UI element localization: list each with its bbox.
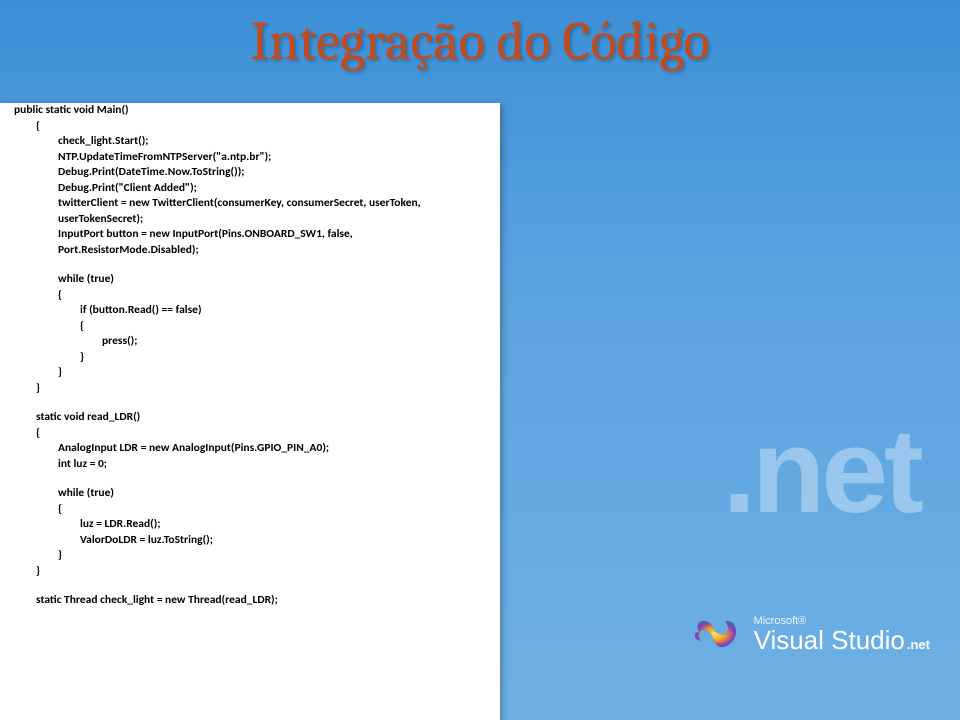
logo-product: Visual Studio — [754, 625, 905, 655]
code-line: { — [14, 319, 486, 335]
code-line: check_light.Start(); — [14, 134, 486, 150]
logo-microsoft: Microsoft® — [754, 616, 930, 627]
logo-text: Microsoft® Visual Studio.net — [754, 616, 930, 653]
code-line: } — [14, 548, 486, 564]
code-line: { — [14, 426, 486, 442]
code-line: luz = LDR.Read(); — [14, 517, 486, 533]
code-line: } — [14, 350, 486, 366]
code-line: twitterClient = new TwitterClient(consum… — [14, 196, 486, 227]
code-line: NTP.UpdateTimeFromNTPServer("a.ntp.br"); — [14, 150, 486, 166]
code-line: { — [14, 119, 486, 135]
code-line: } — [14, 564, 486, 580]
slide-title: Integração do Código — [250, 10, 709, 73]
code-line: press(); — [14, 334, 486, 350]
code-line: InputPort button = new InputPort(Pins.ON… — [14, 227, 486, 258]
code-line: static void read_LDR() — [14, 410, 486, 426]
dotnet-watermark: .net — [723, 402, 920, 540]
code-line: while (true) — [14, 272, 486, 288]
visual-studio-logo: Microsoft® Visual Studio.net — [682, 603, 930, 665]
code-line: { — [14, 288, 486, 304]
code-line: { — [14, 502, 486, 518]
code-line: static Thread check_light = new Thread(r… — [14, 593, 486, 609]
code-line: if (button.Read() == false) — [14, 303, 486, 319]
code-line: Debug.Print("Client Added"); — [14, 181, 486, 197]
infinity-swirl-icon — [682, 603, 744, 665]
code-line: int luz = 0; — [14, 457, 486, 473]
code-line: while (true) — [14, 486, 486, 502]
logo-suffix: .net — [907, 638, 930, 651]
code-line: public static void Main() — [14, 103, 486, 119]
code-line: } — [14, 365, 486, 381]
code-line: Debug.Print(DateTime.Now.ToString()); — [14, 165, 486, 181]
code-line: ValorDoLDR = luz.ToString(); — [14, 533, 486, 549]
code-line: } — [14, 381, 486, 397]
code-block: public static void Main() { check_light.… — [0, 103, 500, 720]
code-line: AnalogInput LDR = new AnalogInput(Pins.G… — [14, 441, 486, 457]
